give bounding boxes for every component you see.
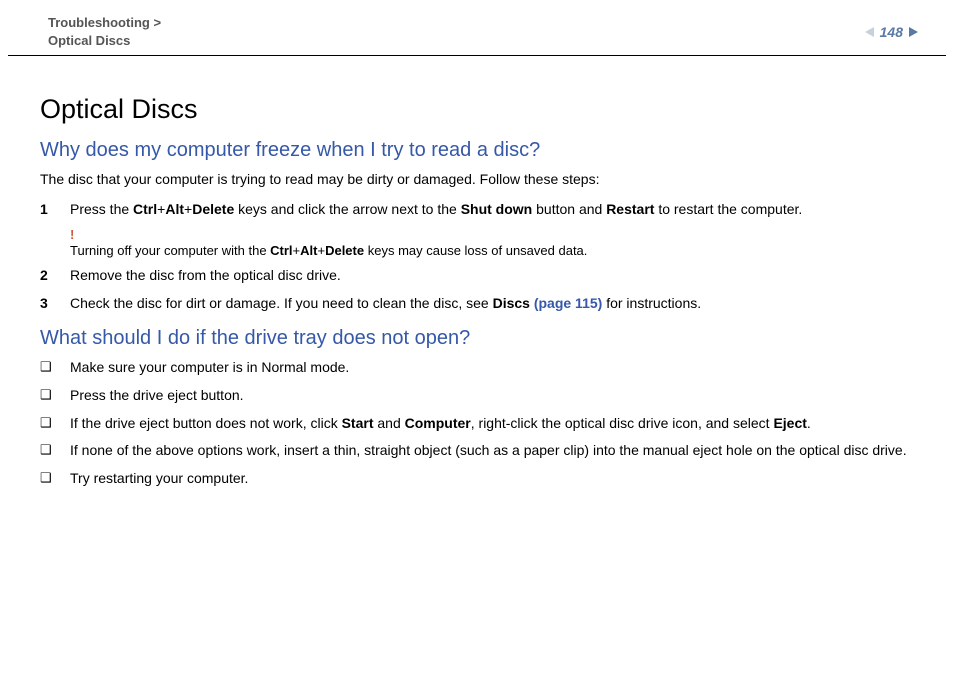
list-item-text: If none of the above options work, inser… xyxy=(70,441,914,461)
section-title: Optical Discs xyxy=(40,94,914,125)
list-item: ❑ Make sure your computer is in Normal m… xyxy=(40,358,914,378)
step-number: 2 xyxy=(40,266,70,286)
page-content: Optical Discs Why does my computer freez… xyxy=(0,56,954,488)
step-text: Press the Ctrl+Alt+Delete keys and click… xyxy=(70,200,914,220)
step-2: 2 Remove the disc from the optical disc … xyxy=(40,266,914,286)
list-item-text: Make sure your computer is in Normal mod… xyxy=(70,358,914,378)
bullet-icon: ❑ xyxy=(40,441,70,461)
step-number: 3 xyxy=(40,294,70,314)
question-1-intro: The disc that your computer is trying to… xyxy=(40,170,914,190)
step-text: Check the disc for dirt or damage. If yo… xyxy=(70,294,914,314)
breadcrumb-current[interactable]: Optical Discs xyxy=(48,33,130,48)
list-item-text: Press the drive eject button. xyxy=(70,386,914,406)
list-item: ❑ If none of the above options work, ins… xyxy=(40,441,914,461)
step-3: 3 Check the disc for dirt or damage. If … xyxy=(40,294,914,314)
bullet-icon: ❑ xyxy=(40,469,70,489)
question-2-heading: What should I do if the drive tray does … xyxy=(40,327,914,350)
question-1-steps: 1 Press the Ctrl+Alt+Delete keys and cli… xyxy=(40,200,914,220)
list-item: ❑ Press the drive eject button. xyxy=(40,386,914,406)
bullet-icon: ❑ xyxy=(40,386,70,406)
prev-page-icon[interactable] xyxy=(865,27,874,37)
next-page-icon[interactable] xyxy=(909,27,918,37)
breadcrumb-parent[interactable]: Troubleshooting xyxy=(48,15,150,30)
question-1-steps-cont: 2 Remove the disc from the optical disc … xyxy=(40,266,914,313)
bullet-icon: ❑ xyxy=(40,358,70,378)
page-indicator: 148 xyxy=(865,14,918,40)
warning-text: Turning off your computer with the Ctrl+… xyxy=(70,243,587,258)
list-item-text: Try restarting your computer. xyxy=(70,469,914,489)
step-1: 1 Press the Ctrl+Alt+Delete keys and cli… xyxy=(40,200,914,220)
bullet-icon: ❑ xyxy=(40,414,70,434)
warning-note: ! Turning off your computer with the Ctr… xyxy=(70,227,914,258)
question-2-list: ❑ Make sure your computer is in Normal m… xyxy=(40,358,914,488)
list-item-text: If the drive eject button does not work,… xyxy=(70,414,914,434)
cross-ref-label: Discs xyxy=(493,295,534,311)
breadcrumb-sep: > xyxy=(150,15,161,30)
page-header: Troubleshooting > Optical Discs 148 xyxy=(8,0,946,56)
page-number: 148 xyxy=(880,24,903,40)
question-1-heading: Why does my computer freeze when I try t… xyxy=(40,139,914,162)
step-number: 1 xyxy=(40,200,70,220)
list-item: ❑ Try restarting your computer. xyxy=(40,469,914,489)
warning-icon: ! xyxy=(70,227,914,242)
cross-ref-link[interactable]: (page 115) xyxy=(534,295,602,311)
step-text: Remove the disc from the optical disc dr… xyxy=(70,266,914,286)
breadcrumb: Troubleshooting > Optical Discs xyxy=(48,14,161,49)
list-item: ❑ If the drive eject button does not wor… xyxy=(40,414,914,434)
